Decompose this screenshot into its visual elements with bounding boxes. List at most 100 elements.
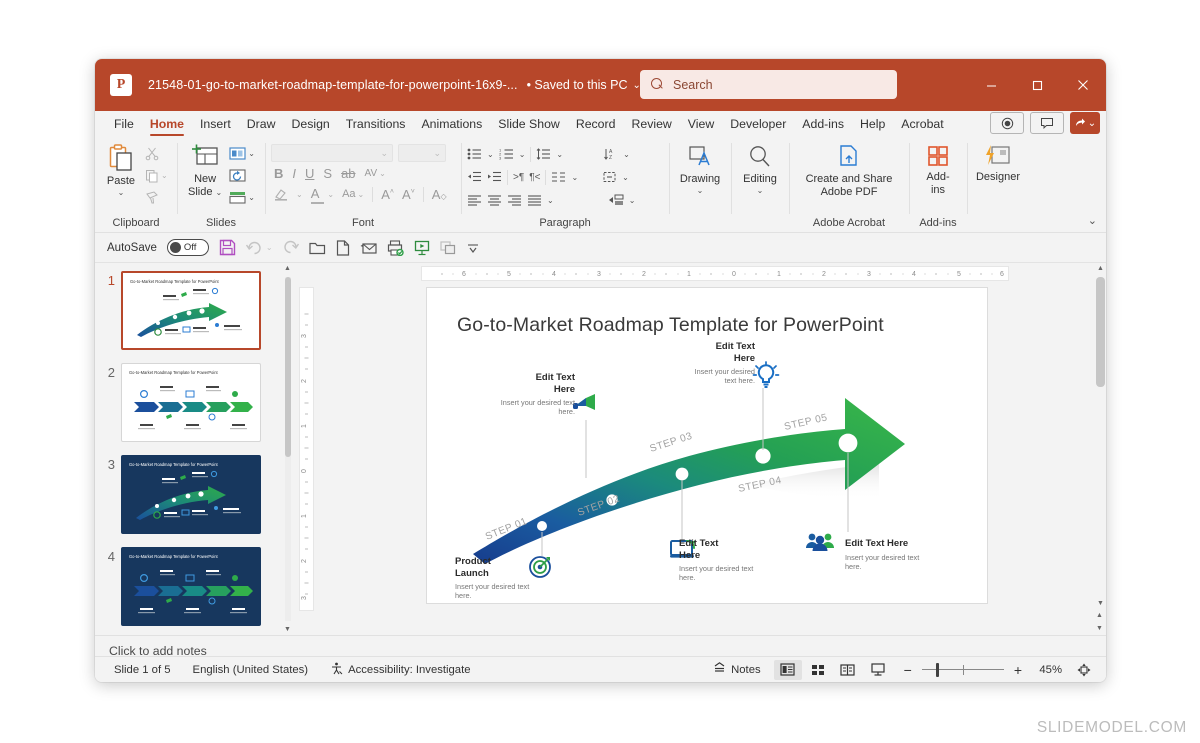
start-slideshow-icon[interactable] (414, 240, 430, 256)
zoom-level[interactable]: 45% (1032, 664, 1062, 676)
editor-scrollbar-handle[interactable] (1096, 277, 1105, 387)
designer-button[interactable]: Designer (973, 142, 1023, 186)
align-left-icon[interactable] (467, 194, 482, 206)
new-file-icon[interactable] (336, 240, 350, 256)
tab-developer[interactable]: Developer (722, 111, 794, 137)
section-button[interactable]: ⌄ (229, 188, 255, 207)
increase-font-size-button[interactable]: A˄ (381, 187, 394, 202)
font-color-button[interactable]: A (311, 185, 320, 203)
zoom-in-button[interactable]: + (1008, 662, 1030, 678)
ltr-text-direction-icon[interactable]: ¶< (529, 172, 540, 183)
numbering-chevron-down-icon[interactable]: ⌄ (519, 150, 526, 159)
saved-status[interactable]: • Saved to this PC (527, 78, 628, 92)
clear-formatting-button[interactable]: A◇ (432, 187, 447, 202)
change-case-button[interactable]: Aa (342, 188, 355, 200)
italic-button[interactable]: I (292, 166, 296, 181)
view-normal-button[interactable] (774, 660, 802, 680)
horizontal-ruler[interactable]: 654 321 012 345 6 (421, 266, 1009, 281)
step-4-caption[interactable]: Edit Text Here Insert your desired text … (683, 341, 755, 385)
line-spacing-chevron-down-icon[interactable]: ⌄ (556, 150, 563, 159)
bullets-icon[interactable] (467, 148, 482, 160)
step-2-caption[interactable]: Edit Text Here Insert your desired text … (497, 372, 575, 416)
slide-count-status[interactable]: Slide 1 of 5 (103, 664, 182, 676)
character-spacing-button[interactable]: AV (365, 168, 378, 179)
slide-thumbnail-1[interactable]: Go-to-Market Roadmap Template for PowerP… (121, 271, 261, 350)
new-slide-button[interactable]: New Slide ⌄ (183, 142, 227, 201)
columns-chevron-down-icon[interactable]: ⌄ (571, 173, 578, 182)
redo-icon[interactable] (283, 240, 299, 255)
paste-button[interactable]: Paste ⌄ (101, 142, 141, 199)
columns-icon[interactable] (551, 171, 566, 183)
layout-button[interactable]: ⌄ (229, 144, 255, 163)
line-spacing-icon[interactable] (536, 148, 551, 160)
rtl-text-direction-icon[interactable]: >¶ (513, 172, 524, 183)
email-icon[interactable] (360, 241, 377, 255)
view-slide-sorter-button[interactable] (804, 660, 832, 680)
increase-indent-icon[interactable] (487, 171, 502, 183)
slide-thumbnail-3[interactable]: Go-to-Market Roadmap Template for PowerP… (121, 455, 261, 534)
tab-help[interactable]: Help (852, 111, 893, 137)
strikethrough-button[interactable]: ab (341, 166, 355, 181)
step-1-caption[interactable]: Product Launch Insert your desired text … (455, 556, 541, 600)
share-button[interactable]: ⌄ (1070, 112, 1100, 134)
minimize-button[interactable] (968, 59, 1014, 111)
customize-qat-icon[interactable] (466, 242, 480, 254)
autosave-toggle[interactable]: Off (167, 239, 209, 256)
text-direction-icon[interactable]: AZ (603, 148, 618, 160)
language-status[interactable]: English (United States) (182, 664, 320, 676)
tab-add-ins[interactable]: Add-ins (794, 111, 852, 137)
zoom-slider[interactable] (920, 660, 1006, 680)
quick-print-icon[interactable] (387, 240, 404, 256)
maximize-button[interactable] (1014, 59, 1060, 111)
tab-design[interactable]: Design (283, 111, 337, 137)
tab-review[interactable]: Review (623, 111, 679, 137)
tab-home[interactable]: Home (142, 111, 192, 137)
justify-icon[interactable] (527, 194, 542, 206)
text-direction-chevron-down-icon[interactable]: ⌄ (623, 150, 630, 159)
slide-thumbnail-panel[interactable]: 1 Go-to-Market Roadmap Template for Powe… (95, 263, 293, 635)
document-title[interactable]: 21548-01-go-to-market-roadmap-template-f… (148, 78, 518, 92)
tab-slide-show[interactable]: Slide Show (490, 111, 568, 137)
reset-button[interactable] (229, 166, 255, 185)
undo-chevron-down-icon[interactable]: ⌄ (266, 243, 273, 252)
scroll-down-arrow-icon[interactable]: ▼ (284, 626, 291, 633)
scroll-up-arrow-icon[interactable]: ▲ (284, 265, 291, 272)
previous-slide-icon[interactable]: ▲ (1096, 612, 1103, 619)
close-button[interactable] (1060, 59, 1106, 111)
step-5-caption[interactable]: Edit Text Here Insert your desired text … (845, 538, 937, 571)
collapse-ribbon-button[interactable]: ⌄ (1088, 214, 1097, 227)
vertical-ruler[interactable]: 3 2 1 0 1 2 3 (299, 287, 314, 611)
bullets-chevron-down-icon[interactable]: ⌄ (487, 150, 494, 159)
tab-animations[interactable]: Animations (413, 111, 490, 137)
cut-button[interactable] (145, 144, 168, 163)
duplicate-icon[interactable] (440, 241, 456, 255)
copy-button[interactable]: ⌄ (145, 166, 168, 185)
bold-button[interactable]: B (274, 166, 283, 181)
align-center-icon[interactable] (487, 194, 502, 206)
section-chevron-down-icon[interactable]: ⌄ (248, 193, 255, 202)
slide-thumbnail-2[interactable]: Go-to-Market Roadmap Template for PowerP… (121, 363, 261, 442)
view-slideshow-button[interactable] (864, 660, 892, 680)
font-color-chevron-down-icon[interactable]: ⌄ (327, 190, 334, 199)
tab-file[interactable]: File (106, 111, 142, 137)
justify-chevron-down-icon[interactable]: ⌄ (547, 196, 554, 205)
smartart-chevron-down-icon[interactable]: ⌄ (629, 196, 636, 205)
slide-thumbnail-item-1[interactable]: 1 Go-to-Market Roadmap Template for Powe… (95, 271, 293, 350)
change-case-chevron-down-icon[interactable]: ⌄ (358, 190, 365, 199)
decrease-font-size-button[interactable]: A˅ (402, 187, 415, 202)
tab-acrobat[interactable]: Acrobat (893, 111, 951, 137)
character-spacing-chevron-down-icon[interactable]: ⌄ (379, 169, 386, 178)
comments-button[interactable] (1030, 112, 1064, 134)
text-shadow-button[interactable]: S (323, 166, 332, 181)
thumbnail-scrollbar-handle[interactable] (285, 277, 291, 457)
search-input[interactable]: Search (640, 70, 897, 99)
editing-button[interactable]: Editing ⌄ (738, 142, 782, 197)
tab-insert[interactable]: Insert (192, 111, 239, 137)
editor-vertical-scrollbar[interactable]: ▲ ▼ ▲ ▼ (1095, 263, 1106, 635)
fit-slide-button[interactable] (1070, 660, 1098, 680)
slide-thumbnail-4[interactable]: Go-to-Market Roadmap Template for PowerP… (121, 547, 261, 626)
format-painter-button[interactable] (145, 188, 168, 207)
open-icon[interactable] (309, 240, 326, 255)
slide-thumbnail-item-3[interactable]: 3 Go-to-Market Roadmap Template for Powe… (95, 455, 293, 534)
editor-scroll-down-icon[interactable]: ▼ (1097, 600, 1104, 607)
